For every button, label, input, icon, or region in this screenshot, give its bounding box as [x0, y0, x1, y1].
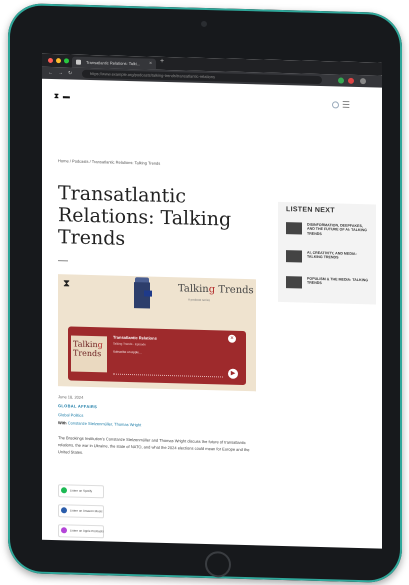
nav-buttons: ← → ↻: [48, 70, 72, 77]
breadcrumb-home[interactable]: Home: [58, 158, 69, 163]
episode-thumbnail: [286, 276, 302, 289]
badge-label: Listen on Apple Podcasts: [70, 528, 104, 534]
new-tab-button[interactable]: +: [160, 58, 164, 65]
page-title: Transatlantic Relations: Talking Trends: [58, 182, 232, 250]
reload-icon[interactable]: ↻: [68, 70, 72, 76]
eu-flag-icon: [144, 290, 152, 297]
forward-icon[interactable]: →: [58, 70, 63, 76]
search-icon[interactable]: [332, 101, 339, 109]
hero-image: ⧗ Talking Trends A podcast series Talkin…: [58, 274, 256, 392]
listen-next-item[interactable]: DISINFORMATION, DEEPFAKES, AND THE FUTUR…: [286, 222, 374, 248]
close-icon[interactable]: ×: [228, 334, 236, 343]
breadcrumb-separator: /: [89, 158, 91, 165]
spotify-icon: [61, 487, 67, 494]
amazon-music-badge[interactable]: Listen on Amazon Music: [58, 504, 104, 519]
spotify-badge[interactable]: Listen on Spotify: [58, 484, 104, 499]
breadcrumb-separator: /: [69, 158, 71, 164]
tab-close-icon[interactable]: ×: [149, 59, 152, 70]
back-icon[interactable]: ←: [48, 70, 53, 76]
extension-icon[interactable]: [348, 77, 354, 84]
artwork-accent: g: [97, 340, 103, 350]
artwork-title: Talking Trends: [73, 340, 103, 359]
window-controls: [48, 57, 69, 64]
minimize-window-icon[interactable]: [56, 58, 61, 64]
subcategory-link[interactable]: Global Politics: [58, 412, 83, 418]
subscribe-link[interactable]: Subscribe on Apple…: [113, 350, 142, 355]
title-divider: [58, 260, 68, 262]
listen-next-item[interactable]: AI, CREATIVITY, AND MEDIA: TALKING TREND…: [286, 250, 374, 276]
listen-next-title: POPULISM & THE MEDIA: TALKING TRENDS: [307, 276, 369, 286]
amazon-music-icon: [61, 507, 67, 514]
tablet-screen: Transatlantic Relations: Talki... × + ← …: [42, 53, 382, 549]
close-window-icon[interactable]: [48, 57, 53, 64]
series-brand: Talking Trends: [178, 283, 254, 296]
home-button[interactable]: [205, 551, 231, 578]
breadcrumb-current: Transatlantic Relations: Talking Trends: [91, 159, 161, 166]
authors-prefix: With: [58, 420, 67, 426]
episode-subtitle: Talking Trends · Episode: [113, 341, 146, 347]
profile-icon[interactable]: [360, 78, 366, 85]
episode-artwork: Talking Trends: [71, 335, 107, 373]
breadcrumb-podcasts[interactable]: Podcasts: [72, 159, 88, 164]
episode-thumbnail: [286, 222, 302, 235]
authors-links[interactable]: Constanze Stelzenmüller, Thomas Wright: [68, 420, 141, 427]
menu-icon[interactable]: ☰: [342, 100, 350, 111]
apple-podcasts-badge[interactable]: Listen on Apple Podcasts: [58, 524, 104, 539]
publish-date: June 18, 2024: [58, 394, 84, 400]
listen-next-panel: LISTEN NEXT DISINFORMATION, DEEPFAKES, A…: [278, 201, 376, 305]
favicon-icon: [76, 59, 81, 65]
tab-title: Transatlantic Relations: Talki...: [86, 59, 141, 67]
listen-next-heading: LISTEN NEXT: [286, 206, 335, 215]
brand-text-end: Trends: [215, 284, 254, 297]
listen-next-title: DISINFORMATION, DEEPFAKES, AND THE FUTUR…: [307, 222, 367, 236]
maximize-window-icon[interactable]: [64, 58, 69, 64]
badge-label: Listen on Amazon Music: [70, 508, 103, 514]
tablet-device: Transatlantic Relations: Talki... × + ← …: [8, 2, 402, 584]
series-tagline: A podcast series: [188, 297, 211, 303]
site-logo[interactable]: ⧗ ▬: [54, 93, 71, 101]
play-button[interactable]: ▶: [228, 368, 238, 379]
listen-next-title: AI, CREATIVITY, AND MEDIA: TALKING TREND…: [307, 250, 357, 260]
camera-icon: [201, 20, 207, 28]
breadcrumb: Home / Podcasts / Transatlantic Relation…: [58, 158, 160, 166]
hourglass-icon: ⧗: [63, 278, 71, 290]
category-link[interactable]: GLOBAL AFFAIRS: [58, 403, 97, 409]
badge-label: Listen on Spotify: [70, 488, 93, 494]
apple-podcasts-icon: [61, 527, 67, 534]
podcast-player: Talking Trends Transatlantic Relations T…: [68, 326, 246, 386]
extension-icon[interactable]: [338, 77, 344, 84]
artwork-text-2: Trends: [73, 348, 102, 359]
brand-text: Talkin: [178, 283, 209, 296]
episode-title: Transatlantic Relations: [113, 334, 157, 341]
article-body: The Brookings Institution's Constanze St…: [58, 435, 250, 455]
authors-line: With Constanze Stelzenmüller, Thomas Wri…: [58, 420, 141, 427]
listen-next-item[interactable]: POPULISM & THE MEDIA: TALKING TRENDS: [286, 276, 374, 302]
episode-thumbnail: [286, 250, 302, 263]
progress-waveform[interactable]: [113, 373, 223, 381]
